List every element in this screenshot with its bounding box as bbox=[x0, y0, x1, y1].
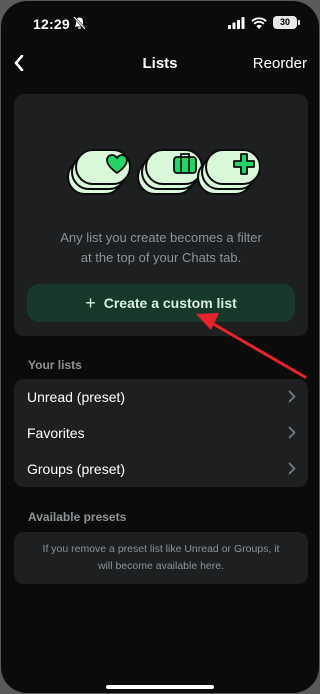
list-item-groups[interactable]: Groups (preset) bbox=[14, 451, 308, 487]
your-lists-header: Your lists bbox=[28, 358, 82, 372]
presets-text-line1: If you remove a preset list like Unread … bbox=[42, 543, 280, 555]
reorder-button[interactable]: Reorder bbox=[253, 55, 307, 72]
list-item-favorites[interactable]: Favorites bbox=[14, 415, 308, 451]
available-presets-header: Available presets bbox=[28, 510, 127, 524]
lists-illustration bbox=[67, 149, 260, 195]
bell-slash-icon bbox=[73, 16, 86, 30]
phone-screen: 12:29 30 Lists Reorder Any list you crea… bbox=[1, 1, 319, 693]
list-item-unread[interactable]: Unread (preset) bbox=[14, 379, 308, 415]
list-item-label: Unread (preset) bbox=[27, 389, 126, 405]
chevron-right-icon bbox=[288, 462, 296, 475]
nav-bar: Lists Reorder bbox=[1, 45, 319, 81]
presets-text: If you remove a preset list like Unread … bbox=[26, 541, 296, 575]
chevron-right-icon bbox=[288, 390, 296, 403]
available-presets-card: If you remove a preset list like Unread … bbox=[14, 532, 308, 584]
wifi-icon bbox=[251, 16, 267, 29]
chevron-right-icon bbox=[288, 426, 296, 439]
intro-text-line2: at the top of your Chats tab. bbox=[80, 250, 242, 265]
heart-icon bbox=[106, 154, 128, 174]
create-custom-list-button[interactable]: + Create a custom list bbox=[27, 284, 295, 322]
create-custom-list-label: Create a custom list bbox=[103, 295, 237, 311]
list-item-label: Groups (preset) bbox=[27, 461, 126, 477]
plus-sign: + bbox=[85, 293, 96, 313]
status-bar: 12:29 30 bbox=[1, 1, 319, 45]
intro-text-line1: Any list you create becomes a filter bbox=[60, 230, 262, 245]
battery-icon: 30 bbox=[273, 16, 300, 29]
plus-icon bbox=[233, 153, 255, 175]
intro-card: Any list you create becomes a filter at … bbox=[14, 94, 308, 336]
home-indicator[interactable] bbox=[106, 685, 214, 689]
briefcase-icon bbox=[173, 153, 197, 174]
list-item-label: Favorites bbox=[27, 425, 85, 441]
intro-text: Any list you create becomes a filter at … bbox=[24, 228, 298, 268]
cellular-signal-icon bbox=[228, 16, 245, 29]
your-lists-group: Unread (preset) Favorites Groups (preset… bbox=[14, 379, 308, 487]
presets-text-line2: will become available here. bbox=[97, 560, 225, 572]
status-icons: 30 bbox=[228, 16, 300, 29]
status-time: 12:29 bbox=[33, 16, 70, 32]
